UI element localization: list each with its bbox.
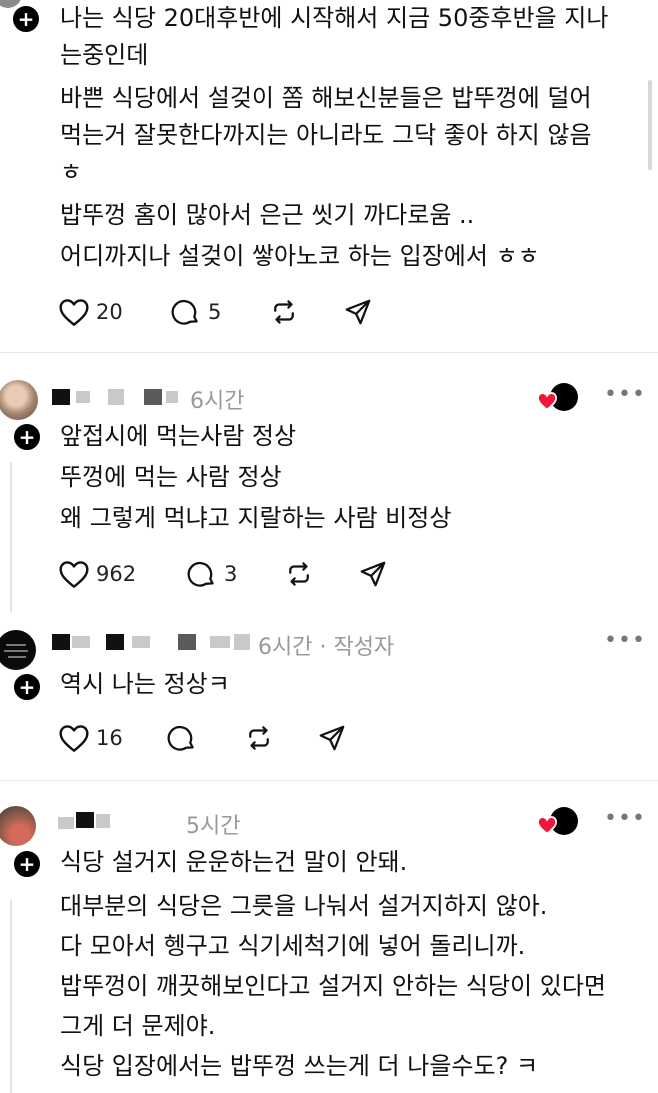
divider <box>0 780 658 781</box>
comment-line: 식당 설거지 운운하는건 말이 안돼. <box>60 848 408 876</box>
share-button[interactable] <box>316 723 348 753</box>
heart-icon <box>59 725 89 752</box>
post-line: ㅎ <box>60 158 83 186</box>
share-button[interactable] <box>342 297 374 327</box>
follow-plus-icon[interactable]: + <box>11 848 43 880</box>
heart-icon <box>59 299 89 326</box>
redaction-block <box>178 634 196 650</box>
repost-icon <box>249 726 269 750</box>
like-button[interactable]: 962 <box>58 559 136 589</box>
comment-line: 왜 그렇게 먹냐고 지랄하는 사람 비정상 <box>60 504 452 532</box>
divider <box>0 352 658 353</box>
liked-by-author-icon <box>536 806 580 838</box>
comment-line: 그게 더 문제야. <box>60 1012 216 1040</box>
post-line: 바쁜 식당에서 설겆이 쫌 해보신분들은 밥뚜껑에 덜어 <box>60 84 592 112</box>
redaction-block <box>96 814 110 828</box>
share-icon <box>360 561 386 587</box>
comment-line: 대부분의 식당은 그릇을 나눠서 설거지하지 않아. <box>60 892 548 920</box>
comment-icon <box>167 725 194 751</box>
reply-count: 5 <box>208 300 222 324</box>
like-count: 962 <box>96 562 137 586</box>
post-line: 는중인데 <box>60 41 149 69</box>
redaction-block <box>58 817 74 829</box>
comment-line: 밥뚜껑이 깨끗해보인다고 설거지 안하는 식당이 있다면 <box>60 972 606 1000</box>
comment-icon <box>187 561 214 587</box>
comment-time: 6시간 · 작성자 <box>258 635 395 660</box>
comment-line: 앞접시에 먹는사람 정상 <box>60 422 297 450</box>
redaction-block <box>72 636 90 648</box>
follow-plus-icon[interactable]: + <box>11 671 43 703</box>
thread-line <box>10 462 12 612</box>
redaction-block <box>210 636 230 648</box>
reply-button[interactable]: 5 <box>170 297 221 327</box>
repost-icon <box>289 562 309 586</box>
comment-time: 5시간 <box>186 814 241 839</box>
repost-icon <box>274 300 294 324</box>
redaction-block <box>166 391 178 403</box>
redaction-block <box>108 389 124 405</box>
scrollbar[interactable] <box>648 80 652 170</box>
more-icon[interactable]: ••• <box>604 628 646 653</box>
follow-plus-icon[interactable]: + <box>11 421 43 453</box>
like-count: 16 <box>96 726 123 750</box>
post-line: 어디까지나 설겆이 쌓아노코 하는 입장에서 ㅎㅎ <box>60 242 540 270</box>
post-line: 먹는거 잘못한다까지는 아니라도 그닥 좋아 하지 않음 <box>60 121 592 149</box>
redaction-block <box>76 812 94 828</box>
like-button[interactable]: 20 <box>58 297 123 327</box>
comment-line: 역시 나는 정상ㅋ <box>60 670 230 698</box>
redaction-block <box>52 389 70 405</box>
like-count: 20 <box>96 300 123 324</box>
share-icon <box>319 725 345 751</box>
comment-line: 식당 입장에서는 밥뚜껑 쓰는게 더 나을수도? ㅋ <box>60 1052 539 1080</box>
share-icon <box>345 299 371 325</box>
follow-plus-icon[interactable]: + <box>10 3 42 35</box>
reply-button[interactable]: 3 <box>186 559 237 589</box>
post-line: 밥뚜껑 홈이 많아서 은근 씻기 까다로움 .. <box>60 201 475 229</box>
redaction-block <box>132 636 150 648</box>
redaction-block <box>106 634 124 650</box>
more-icon[interactable]: ••• <box>604 806 646 831</box>
redaction-block <box>76 391 90 403</box>
share-button[interactable] <box>357 559 389 589</box>
thread-line <box>10 900 12 1093</box>
post-line: 나는 식당 20대후반에 시작해서 지금 50중후반을 지나 <box>60 4 609 32</box>
avatar[interactable] <box>0 806 36 846</box>
redaction-block <box>52 634 70 650</box>
redaction-block <box>144 389 162 405</box>
repost-button[interactable] <box>243 723 275 753</box>
reply-button[interactable] <box>166 723 198 753</box>
heart-icon <box>59 561 89 588</box>
avatar[interactable] <box>0 630 36 670</box>
more-icon[interactable]: ••• <box>604 382 646 407</box>
liked-by-author-icon <box>536 382 580 414</box>
comment-icon <box>171 299 198 325</box>
like-button[interactable]: 16 <box>58 723 123 753</box>
redaction-block <box>234 634 250 650</box>
repost-button[interactable] <box>268 297 300 327</box>
repost-button[interactable] <box>283 559 315 589</box>
reply-count: 3 <box>224 562 238 586</box>
comment-time: 6시간 <box>190 389 245 414</box>
comment-line: 뚜껑에 먹는 사람 정상 <box>60 463 282 491</box>
avatar[interactable] <box>0 380 38 420</box>
comment-line: 다 모아서 헹구고 식기세척기에 넣어 돌리니까. <box>60 932 526 960</box>
